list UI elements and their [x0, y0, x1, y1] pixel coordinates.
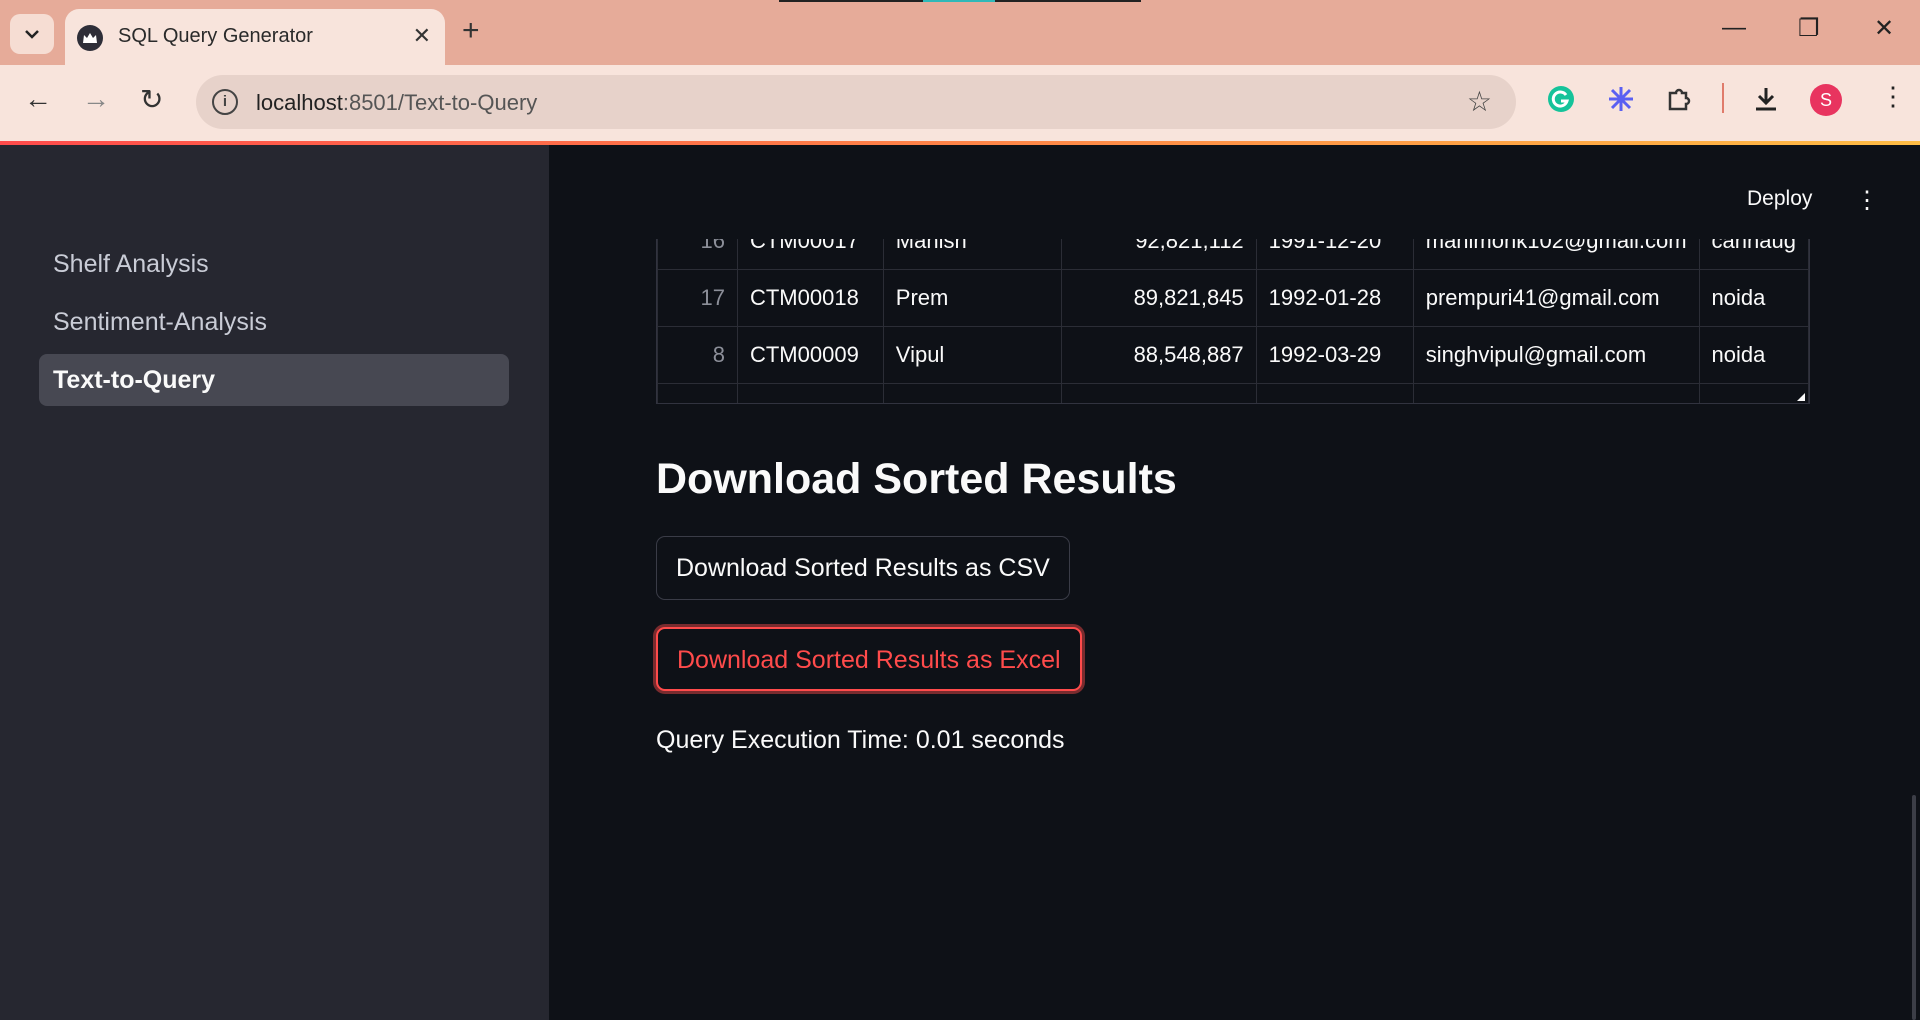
table-cell: noida — [1698, 326, 1809, 384]
table-cell: noida — [1698, 383, 1809, 403]
tab-title: SQL Query Generator — [118, 25, 313, 47]
table-cell: 1992-01-28 — [1255, 269, 1414, 327]
tab-strip-indicator-active — [923, 0, 995, 2]
row-index: 19 — [657, 383, 738, 403]
table-cell: sroo@0011.@gmail.com — [1412, 383, 1700, 403]
sidebar: Shelf Analysis Sentiment-Analysis Text-t… — [0, 145, 549, 1020]
extension-asterisk-icon[interactable] — [1607, 85, 1635, 118]
table-cell: CTM00009 — [736, 326, 884, 384]
table-cell: 1991-12-20 — [1255, 239, 1414, 270]
grammarly-icon[interactable] — [1547, 85, 1575, 118]
forward-icon[interactable]: → — [82, 83, 110, 115]
tab-strip-indicator — [779, 0, 923, 2]
toolbar-divider — [1722, 83, 1724, 113]
section-title: Download Sorted Results — [656, 455, 1177, 503]
browser-toolbar: ← → ↻ i localhost:8501/Text-to-Query ☆ S… — [0, 65, 1920, 141]
row-index: 17 — [657, 269, 738, 327]
query-execution-time: Query Execution Time: 0.01 seconds — [656, 726, 1065, 754]
table-row[interactable]: 17 CTM00018 Prem 89,821,845 1992-01-28 prempu… — [657, 269, 1809, 327]
table-row[interactable]: 16 CTM00017 Manish 92,821,112 1991-12-20 mani… — [657, 239, 1809, 270]
results-dataframe[interactable]: 16 CTM00017 Manish 92,821,112 1991-12-20 mani… — [656, 239, 1810, 404]
row-index: 16 — [657, 239, 738, 270]
table-cell: Vipul — [882, 326, 1062, 384]
download-icon[interactable] — [1752, 85, 1780, 118]
tab-strip-indicator — [995, 0, 1141, 2]
page-scrollbar[interactable] — [1912, 795, 1916, 1020]
deploy-button[interactable]: Deploy — [1747, 187, 1812, 211]
url-text: localhost:8501/Text-to-Query — [256, 90, 538, 115]
address-bar[interactable]: i localhost:8501/Text-to-Query ☆ — [196, 75, 1516, 129]
table-cell: CTM00024 — [736, 383, 884, 403]
table-row[interactable]: 19CTM00024Shyamk88,001,0471993-01-20sroo… — [657, 383, 1809, 403]
table-cell: prempuri41@gmail.com — [1412, 269, 1700, 327]
main-menu-icon[interactable]: ⋮ — [1855, 186, 1879, 215]
download-excel-button[interactable]: Download Sorted Results as Excel — [656, 627, 1082, 691]
minimize-icon[interactable]: — — [1722, 14, 1746, 42]
browser-tab[interactable]: SQL Query Generator ✕ — [65, 9, 445, 65]
profile-avatar[interactable]: S — [1810, 84, 1842, 116]
reload-icon[interactable]: ↻ — [140, 83, 163, 116]
sidebar-item-sentiment-analysis[interactable]: Sentiment-Analysis — [39, 296, 509, 348]
results-table: 16 CTM00017 Manish 92,821,112 1991-12-20 mani… — [657, 239, 1809, 403]
table-cell: 89,821,845 — [1060, 269, 1257, 327]
window-close-icon[interactable]: ✕ — [1874, 14, 1894, 43]
crown-icon — [77, 25, 103, 51]
row-index: 8 — [657, 326, 738, 384]
browser-tab-bar: SQL Query Generator ✕ + — ❐ ✕ — [0, 0, 1920, 65]
table-cell: noida — [1698, 269, 1809, 327]
table-cell: 92,821,112 — [1060, 239, 1257, 270]
table-cell: 88,548,887 — [1060, 326, 1257, 384]
table-cell: cannaug — [1698, 239, 1809, 270]
table-cell: 1993-01-20 — [1255, 383, 1414, 403]
back-icon[interactable]: ← — [24, 83, 52, 115]
sidebar-item-shelf-analysis[interactable]: Shelf Analysis — [39, 238, 509, 290]
table-cell: manimonk102@gmail.com — [1412, 239, 1700, 270]
extensions-puzzle-icon[interactable] — [1666, 85, 1694, 118]
table-cell: Prem — [882, 269, 1062, 327]
restore-icon[interactable]: ❐ — [1798, 14, 1820, 43]
table-cell: Shyamk — [882, 383, 1062, 403]
info-icon[interactable]: i — [212, 89, 238, 115]
new-tab-button[interactable]: + — [462, 16, 480, 46]
bookmark-star-icon[interactable]: ☆ — [1467, 85, 1492, 118]
table-row[interactable]: 8 CTM00009 Vipul 88,548,887 1992-03-29 singhv… — [657, 326, 1809, 384]
table-cell: Manish — [882, 239, 1062, 270]
tab-search-button[interactable] — [10, 14, 54, 54]
table-cell: CTM00018 — [736, 269, 884, 327]
chevron-down-icon — [25, 30, 39, 39]
browser-menu-icon[interactable]: ⋮ — [1880, 81, 1906, 112]
table-cell: singhvipul@gmail.com — [1412, 326, 1700, 384]
close-icon[interactable]: ✕ — [413, 23, 431, 49]
download-csv-button[interactable]: Download Sorted Results as CSV — [656, 536, 1070, 600]
table-cell: 88,001,047 — [1060, 383, 1257, 403]
table-cell: CTM00017 — [736, 239, 884, 270]
table-cell: 1992-03-29 — [1255, 326, 1414, 384]
sidebar-item-text-to-query[interactable]: Text-to-Query — [39, 354, 509, 406]
